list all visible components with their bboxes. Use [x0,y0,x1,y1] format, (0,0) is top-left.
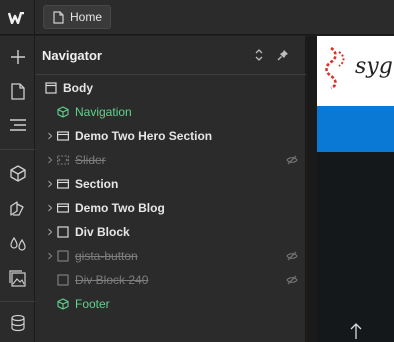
site-hero-preview [317,152,394,342]
slider-icon [57,155,69,165]
component-icon [57,106,69,118]
tree-item-div-block-240[interactable]: Div Block 240 [35,268,306,292]
page-icon [53,11,64,27]
tree-item-demo-two-hero-section[interactable]: Demo Two Hero Section [35,124,306,148]
section-icon [57,203,69,213]
page-icon [10,82,25,100]
rail-divider [0,301,35,302]
database-icon [10,314,25,332]
cms-button[interactable] [0,306,35,340]
brand-text: sygn [355,54,394,79]
tree-item-div-block[interactable]: Div Block [35,220,306,244]
tree-item-label: Div Block [75,225,130,239]
rail-divider [0,149,35,150]
left-toolbar [0,36,35,342]
tree-item-body[interactable]: Body [35,76,306,100]
tree-item-label: Slider [75,153,106,167]
tree-item-label: Demo Two Hero Section [75,129,213,143]
add-elements-button[interactable] [0,40,35,74]
plus-icon [10,50,25,64]
tree-item-label: gista-button [75,249,138,263]
tree-item-label: Demo Two Blog [75,201,165,215]
component-icon [57,298,69,310]
tree-item-slider[interactable]: Slider [35,148,306,172]
chevron-right-icon [48,180,53,188]
section-icon [57,131,69,141]
chevron-right-icon [48,252,53,260]
navigator-button[interactable] [0,108,35,142]
section-icon [57,179,69,189]
droplets-icon [9,236,26,251]
pin-button[interactable] [273,45,293,65]
expand-collapse-button[interactable] [249,45,269,65]
eye-slash-icon [286,155,298,165]
pages-button[interactable] [0,74,35,108]
chevron-right-icon [48,132,53,140]
tree-item-navigation[interactable]: Navigation [35,100,306,124]
tree-item-label: Section [75,177,119,191]
top-bar: Home [0,0,394,35]
box-outline-icon [57,226,69,238]
home-page-tab[interactable]: Home [43,5,112,29]
tree-item-label: Footer [75,297,110,311]
tree-item-gista-button[interactable]: gista-button [35,244,306,268]
variables-button[interactable] [0,226,35,260]
chevron-right-icon [48,228,53,236]
arrow-up-icon [350,323,362,339]
tree-item-section[interactable]: Section [35,172,306,196]
brand-logo-icon [325,46,345,90]
chevron-right-icon [48,204,53,212]
chevron-up-down-icon [255,49,263,61]
tree-item-label: Div Block 240 [75,273,149,287]
eye-slash-icon [286,275,298,285]
components-button[interactable] [0,156,35,190]
navigator-header: Navigator [35,36,306,75]
site-header-preview: sygn [317,36,394,106]
design-canvas[interactable]: sygn [307,36,394,342]
navigator-icon [9,119,26,131]
navigator-panel: Navigator Body Navigation Demo Two Hero … [35,36,306,342]
styles-button[interactable] [0,191,35,225]
tree-item-label: Navigation [75,105,132,119]
site-nav-bar-preview [317,106,394,152]
image-icon [8,269,26,287]
pin-icon [277,50,288,61]
panel-title: Navigator [42,48,102,63]
tree-item-label: Body [63,81,93,95]
box-outline-icon [57,250,69,262]
box-outline-icon [57,274,69,286]
tree-item-footer[interactable]: Footer [35,292,306,316]
cube-icon [9,164,26,182]
webflow-logo-icon[interactable] [0,0,35,35]
eye-slash-icon [286,251,298,261]
brush-icon [10,200,24,216]
box-outline-icon [45,82,57,94]
tree-item-demo-two-blog[interactable]: Demo Two Blog [35,196,306,220]
home-tab-label: Home [70,10,103,24]
chevron-right-icon [48,156,53,164]
assets-button[interactable] [0,261,35,295]
